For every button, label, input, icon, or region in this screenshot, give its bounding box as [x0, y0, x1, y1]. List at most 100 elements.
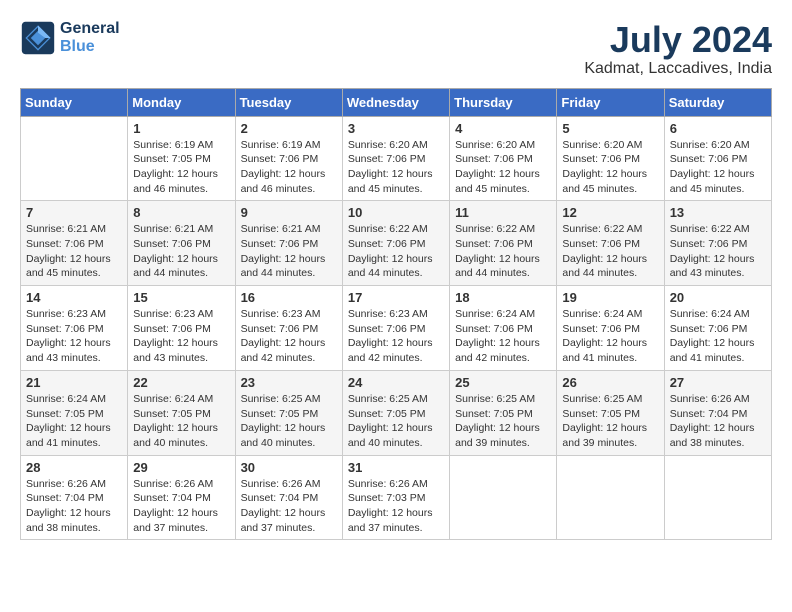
day-number: 15 — [133, 290, 229, 305]
calendar-week-row: 7 Sunrise: 6:21 AM Sunset: 7:06 PM Daylig… — [21, 201, 772, 286]
day-number: 26 — [562, 375, 658, 390]
day-info: Sunrise: 6:22 AM Sunset: 7:06 PM Dayligh… — [348, 222, 444, 281]
column-header-saturday: Saturday — [664, 88, 771, 116]
day-number: 31 — [348, 460, 444, 475]
day-info: Sunrise: 6:24 AM Sunset: 7:06 PM Dayligh… — [455, 307, 551, 366]
calendar-cell: 18 Sunrise: 6:24 AM Sunset: 7:06 PM Dayli… — [450, 286, 557, 371]
day-number: 4 — [455, 121, 551, 136]
calendar-cell — [557, 455, 664, 540]
day-info: Sunrise: 6:21 AM Sunset: 7:06 PM Dayligh… — [133, 222, 229, 281]
column-header-tuesday: Tuesday — [235, 88, 342, 116]
calendar-cell: 7 Sunrise: 6:21 AM Sunset: 7:06 PM Daylig… — [21, 201, 128, 286]
calendar-cell: 16 Sunrise: 6:23 AM Sunset: 7:06 PM Dayli… — [235, 286, 342, 371]
day-info: Sunrise: 6:23 AM Sunset: 7:06 PM Dayligh… — [241, 307, 337, 366]
calendar-cell — [21, 116, 128, 201]
calendar-cell: 25Sunrise: 6:25 AM Sunset: 7:05 PM Dayli… — [450, 370, 557, 455]
day-info: Sunrise: 6:21 AM Sunset: 7:06 PM Dayligh… — [241, 222, 337, 281]
day-number: 3 — [348, 121, 444, 136]
calendar-cell: 1 Sunrise: 6:19 AM Sunset: 7:05 PM Daylig… — [128, 116, 235, 201]
calendar-cell: 9 Sunrise: 6:21 AM Sunset: 7:06 PM Daylig… — [235, 201, 342, 286]
column-header-wednesday: Wednesday — [342, 88, 449, 116]
calendar-cell: 23 Sunrise: 6:25 AM Sunset: 7:05 PM Dayli… — [235, 370, 342, 455]
column-header-thursday: Thursday — [450, 88, 557, 116]
day-number: 12 — [562, 205, 658, 220]
calendar-cell: 29 Sunrise: 6:26 AM Sunset: 7:04 PM Dayli… — [128, 455, 235, 540]
calendar-cell: 28 Sunrise: 6:26 AM Sunset: 7:04 PM Dayli… — [21, 455, 128, 540]
day-info: Sunrise: 6:23 AM Sunset: 7:06 PM Dayligh… — [133, 307, 229, 366]
calendar-cell: 30 Sunrise: 6:26 AM Sunset: 7:04 PM Dayli… — [235, 455, 342, 540]
day-number: 30 — [241, 460, 337, 475]
day-info: Sunrise: 6:19 AM Sunset: 7:05 PM Dayligh… — [133, 138, 229, 197]
day-info: Sunrise: 6:20 AM Sunset: 7:06 PM Dayligh… — [455, 138, 551, 197]
day-info: Sunrise: 6:22 AM Sunset: 7:06 PM Dayligh… — [455, 222, 551, 281]
day-info: Sunrise: 6:25 AM Sunset: 7:05 PM Dayligh… — [562, 392, 658, 451]
day-info: Sunrise: 6:24 AM Sunset: 7:06 PM Dayligh… — [670, 307, 766, 366]
day-info: Sunrise: 6:25 AM Sunset: 7:05 PM Dayligh… — [455, 392, 551, 451]
day-info: Sunrise: 6:26 AM Sunset: 7:04 PM Dayligh… — [26, 477, 122, 536]
column-header-sunday: Sunday — [21, 88, 128, 116]
column-header-monday: Monday — [128, 88, 235, 116]
calendar-cell — [664, 455, 771, 540]
calendar-cell: 27 Sunrise: 6:26 AM Sunset: 7:04 PM Dayli… — [664, 370, 771, 455]
calendar-table: SundayMondayTuesdayWednesdayThursdayFrid… — [20, 88, 772, 541]
calendar-cell — [450, 455, 557, 540]
day-number: 20 — [670, 290, 766, 305]
day-info: Sunrise: 6:22 AM Sunset: 7:06 PM Dayligh… — [670, 222, 766, 281]
calendar-week-row: 21Sunrise: 6:24 AM Sunset: 7:05 PM Dayli… — [21, 370, 772, 455]
day-number: 8 — [133, 205, 229, 220]
day-info: Sunrise: 6:24 AM Sunset: 7:06 PM Dayligh… — [562, 307, 658, 366]
day-info: Sunrise: 6:20 AM Sunset: 7:06 PM Dayligh… — [348, 138, 444, 197]
calendar-cell: 6Sunrise: 6:20 AM Sunset: 7:06 PM Daylig… — [664, 116, 771, 201]
location-label: Kadmat, Laccadives, India — [584, 60, 772, 78]
day-info: Sunrise: 6:20 AM Sunset: 7:06 PM Dayligh… — [670, 138, 766, 197]
day-number: 28 — [26, 460, 122, 475]
day-number: 22 — [133, 375, 229, 390]
day-number: 18 — [455, 290, 551, 305]
calendar-cell: 11 Sunrise: 6:22 AM Sunset: 7:06 PM Dayli… — [450, 201, 557, 286]
day-info: Sunrise: 6:22 AM Sunset: 7:06 PM Dayligh… — [562, 222, 658, 281]
day-info: Sunrise: 6:24 AM Sunset: 7:05 PM Dayligh… — [133, 392, 229, 451]
day-info: Sunrise: 6:26 AM Sunset: 7:04 PM Dayligh… — [133, 477, 229, 536]
calendar-week-row: 14Sunrise: 6:23 AM Sunset: 7:06 PM Dayli… — [21, 286, 772, 371]
column-header-friday: Friday — [557, 88, 664, 116]
title-block: July 2024 Kadmat, Laccadives, India — [584, 20, 772, 78]
calendar-cell: 13 Sunrise: 6:22 AM Sunset: 7:06 PM Dayli… — [664, 201, 771, 286]
page-header: General Blue July 2024 Kadmat, Laccadive… — [20, 20, 772, 78]
day-info: Sunrise: 6:26 AM Sunset: 7:04 PM Dayligh… — [670, 392, 766, 451]
day-number: 1 — [133, 121, 229, 136]
calendar-cell: 31 Sunrise: 6:26 AM Sunset: 7:03 PM Dayli… — [342, 455, 449, 540]
day-info: Sunrise: 6:26 AM Sunset: 7:03 PM Dayligh… — [348, 477, 444, 536]
day-info: Sunrise: 6:19 AM Sunset: 7:06 PM Dayligh… — [241, 138, 337, 197]
day-info: Sunrise: 6:24 AM Sunset: 7:05 PM Dayligh… — [26, 392, 122, 451]
day-number: 17 — [348, 290, 444, 305]
day-number: 27 — [670, 375, 766, 390]
day-number: 16 — [241, 290, 337, 305]
day-number: 24 — [348, 375, 444, 390]
day-number: 11 — [455, 205, 551, 220]
day-info: Sunrise: 6:21 AM Sunset: 7:06 PM Dayligh… — [26, 222, 122, 281]
day-info: Sunrise: 6:20 AM Sunset: 7:06 PM Dayligh… — [562, 138, 658, 197]
month-year-title: July 2024 — [584, 20, 772, 60]
day-number: 19 — [562, 290, 658, 305]
day-number: 9 — [241, 205, 337, 220]
day-info: Sunrise: 6:25 AM Sunset: 7:05 PM Dayligh… — [241, 392, 337, 451]
calendar-week-row: 28 Sunrise: 6:26 AM Sunset: 7:04 PM Dayli… — [21, 455, 772, 540]
calendar-cell: 10 Sunrise: 6:22 AM Sunset: 7:06 PM Dayli… — [342, 201, 449, 286]
logo-text: General Blue — [60, 20, 120, 56]
day-number: 10 — [348, 205, 444, 220]
day-number: 29 — [133, 460, 229, 475]
calendar-cell: 2Sunrise: 6:19 AM Sunset: 7:06 PM Daylig… — [235, 116, 342, 201]
day-info: Sunrise: 6:25 AM Sunset: 7:05 PM Dayligh… — [348, 392, 444, 451]
calendar-cell: 22 Sunrise: 6:24 AM Sunset: 7:05 PM Dayli… — [128, 370, 235, 455]
day-number: 13 — [670, 205, 766, 220]
day-info: Sunrise: 6:26 AM Sunset: 7:04 PM Dayligh… — [241, 477, 337, 536]
day-number: 23 — [241, 375, 337, 390]
calendar-cell: 14Sunrise: 6:23 AM Sunset: 7:06 PM Dayli… — [21, 286, 128, 371]
calendar-cell: 24 Sunrise: 6:25 AM Sunset: 7:05 PM Dayli… — [342, 370, 449, 455]
calendar-cell: 4 Sunrise: 6:20 AM Sunset: 7:06 PM Daylig… — [450, 116, 557, 201]
logo: General Blue — [20, 20, 120, 56]
calendar-cell: 12 Sunrise: 6:22 AM Sunset: 7:06 PM Dayli… — [557, 201, 664, 286]
calendar-week-row: 1 Sunrise: 6:19 AM Sunset: 7:05 PM Daylig… — [21, 116, 772, 201]
day-number: 7 — [26, 205, 122, 220]
calendar-cell: 20 Sunrise: 6:24 AM Sunset: 7:06 PM Dayli… — [664, 286, 771, 371]
